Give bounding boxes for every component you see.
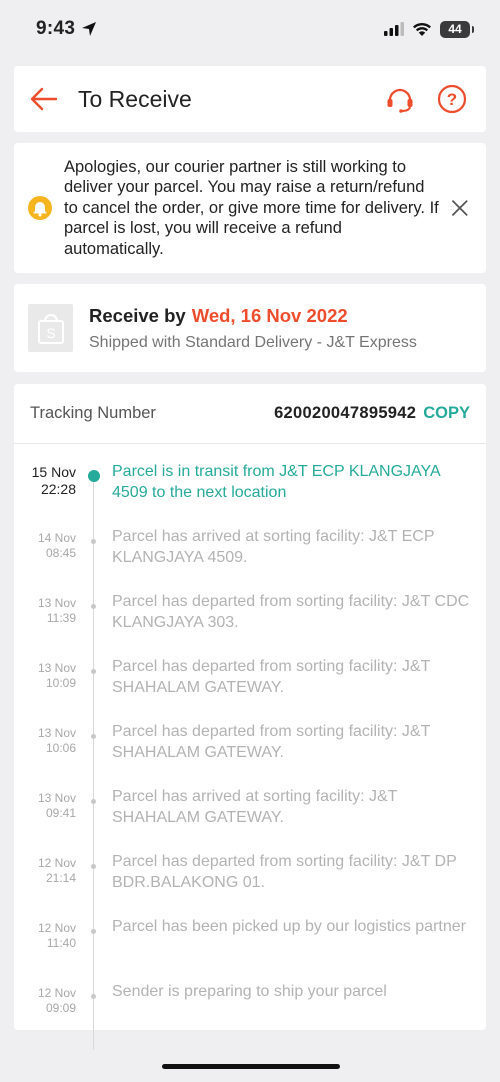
bell-icon — [28, 196, 52, 220]
receive-by-label: Receive by — [89, 304, 186, 326]
status-bar: 9:43 44 — [0, 0, 500, 58]
delivery-delay-notice: Apologies, our courier partner is still … — [14, 143, 486, 273]
timeline-dot — [91, 799, 96, 804]
tracking-event: 13 Nov 09:41 Parcel has arrived at sorting… — [14, 787, 486, 852]
headset-icon — [387, 88, 413, 113]
event-time: 11:40 — [46, 936, 76, 950]
event-timestamp: 12 Nov 09:09 — [14, 982, 76, 1047]
event-timestamp: 13 Nov 10:06 — [14, 722, 76, 787]
timeline-dot — [91, 669, 96, 674]
battery-icon: 44 — [440, 20, 474, 38]
event-time: 22:28 — [40, 481, 76, 497]
event-date: 12 Nov — [37, 986, 76, 1000]
svg-text:?: ? — [447, 90, 457, 109]
receive-by-date: Wed, 16 Nov 2022 — [191, 304, 348, 326]
screen: 9:43 44 To Receive ? Apologies, our cour… — [0, 0, 500, 1082]
shipping-method: Shipped with Standard Delivery - J&T Exp… — [89, 333, 417, 351]
event-description: Parcel has arrived at sorting facility: … — [112, 788, 398, 826]
battery-level: 44 — [448, 22, 462, 36]
timeline-dot — [91, 864, 96, 869]
event-timestamp: 13 Nov 10:09 — [14, 657, 76, 722]
event-timestamp: 15 Nov 22:28 — [14, 462, 76, 527]
event-description: Parcel has arrived at sorting facility: … — [112, 528, 435, 566]
help-icon: ? — [437, 84, 467, 114]
tracking-number-label: Tracking Number — [30, 404, 156, 422]
tracking-event: 12 Nov 09:09 Sender is preparing to ship y… — [14, 982, 486, 1047]
tracking-header: Tracking Number 620020047895942 COPY — [14, 384, 486, 444]
chat-support-button[interactable] — [384, 83, 416, 115]
event-date: 13 Nov — [37, 726, 76, 740]
tracking-event: 13 Nov 11:39 Parcel has departed from sort… — [14, 592, 486, 657]
event-description: Parcel is in transit from J&T ECP KLANGJ… — [112, 463, 440, 501]
timeline-dot — [91, 734, 96, 739]
tracking-event: 12 Nov 21:14 Parcel has departed from sort… — [14, 852, 486, 917]
help-button[interactable]: ? — [436, 83, 468, 115]
event-date: 13 Nov — [37, 661, 76, 675]
event-description: Parcel has departed from sorting facilit… — [112, 658, 431, 696]
tracking-timeline: 15 Nov 22:28 Parcel is in transit from J&T… — [14, 444, 486, 1050]
tracking-event: 13 Nov 10:09 Parcel has departed from sort… — [14, 657, 486, 722]
event-date: 13 Nov — [37, 596, 76, 610]
event-time: 10:06 — [45, 741, 76, 755]
event-time: 09:41 — [45, 806, 76, 820]
event-description: Parcel has departed from sorting facilit… — [112, 853, 457, 891]
header-bar: To Receive ? — [14, 66, 486, 132]
status-time: 9:43 — [36, 18, 76, 39]
tracking-event: 14 Nov 08:45 Parcel has arrived at sorting… — [14, 527, 486, 592]
timeline-dot — [91, 994, 96, 999]
delivery-estimate-text: Receive by Wed, 16 Nov 2022 Shipped with … — [89, 305, 417, 352]
event-date: 12 Nov — [37, 921, 76, 935]
shop-bag-icon: S — [28, 304, 73, 352]
home-indicator — [162, 1064, 340, 1069]
timeline-dot — [91, 604, 96, 609]
svg-text:S: S — [46, 325, 55, 341]
tracking-event: 12 Nov 11:40 Parcel has been picked up by … — [14, 917, 486, 982]
tracking-panel: Tracking Number 620020047895942 COPY 15 … — [14, 384, 486, 1050]
event-description: Sender is preparing to ship your parcel — [112, 983, 387, 1000]
receive-by-line: Receive by Wed, 16 Nov 2022 — [89, 305, 417, 327]
event-time: 08:45 — [45, 546, 76, 560]
event-time: 21:14 — [45, 871, 76, 885]
shop-bag-glyph: S — [37, 314, 64, 344]
notice-message: Apologies, our courier partner is still … — [64, 157, 439, 258]
event-description: Parcel has departed from sorting facilit… — [112, 593, 470, 631]
event-date: 14 Nov — [37, 531, 76, 545]
event-description: Parcel has been picked up by our logisti… — [112, 918, 466, 935]
status-time-group: 9:43 — [36, 18, 97, 40]
event-time: 11:39 — [46, 611, 76, 625]
delivery-estimate: S Receive by Wed, 16 Nov 2022 Shipped wit… — [14, 284, 486, 372]
event-time: 09:09 — [45, 1001, 76, 1015]
timeline-dot — [91, 929, 96, 934]
page-title: To Receive — [78, 85, 192, 112]
event-timestamp: 12 Nov 11:40 — [14, 917, 76, 982]
event-timestamp: 12 Nov 21:14 — [14, 852, 76, 917]
copy-button[interactable]: COPY — [423, 404, 470, 423]
event-description: Parcel has departed from sorting facilit… — [112, 723, 431, 761]
back-arrow-icon — [30, 87, 58, 111]
timeline-dot — [88, 470, 100, 482]
back-button[interactable] — [30, 85, 58, 113]
timeline-dot — [91, 539, 96, 544]
location-arrow-icon — [82, 22, 97, 36]
wifi-icon — [413, 22, 431, 36]
close-icon[interactable] — [450, 198, 470, 218]
event-timestamp: 13 Nov 09:41 — [14, 787, 76, 852]
signal-icon — [384, 22, 404, 36]
event-date: 15 Nov — [31, 464, 76, 480]
event-time: 10:09 — [45, 676, 76, 690]
tracking-event: 15 Nov 22:28 Parcel is in transit from J&T… — [14, 462, 486, 527]
status-icons: 44 — [384, 20, 474, 38]
event-timestamp: 14 Nov 08:45 — [14, 527, 76, 592]
tracking-event: 13 Nov 10:06 Parcel has departed from sort… — [14, 722, 486, 787]
event-date: 12 Nov — [37, 856, 76, 870]
event-timestamp: 13 Nov 11:39 — [14, 592, 76, 657]
event-date: 13 Nov — [37, 791, 76, 805]
tracking-number: 620020047895942 — [274, 404, 417, 422]
